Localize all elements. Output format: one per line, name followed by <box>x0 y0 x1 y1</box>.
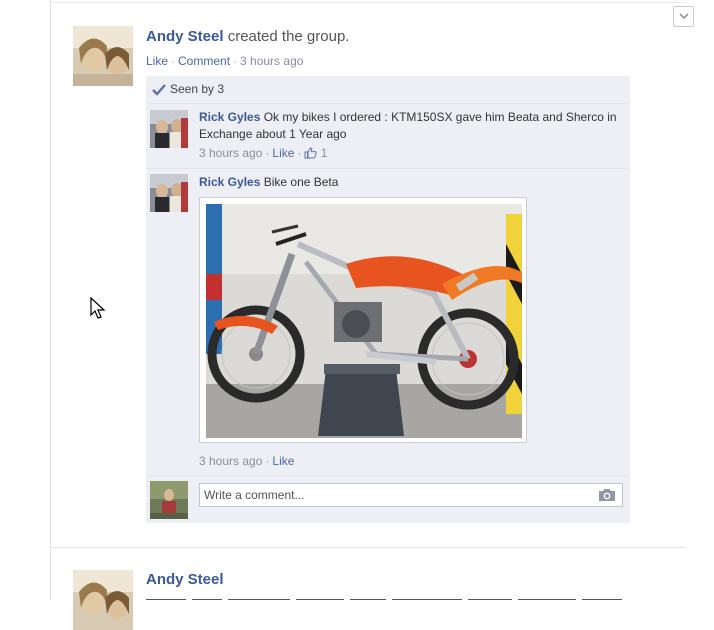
separator-dot: · <box>265 454 270 468</box>
comment-item: Rick Gyles Bike one Beta 3 hours ago · L… <box>146 169 630 474</box>
next-post-text-cutoff <box>146 593 626 600</box>
comment-link[interactable]: Comment <box>178 54 230 68</box>
post-options-button[interactable] <box>673 6 694 27</box>
bike-photo-image <box>206 204 522 438</box>
post-header: Andy Steel created the group. <box>146 28 349 45</box>
thumbs-up-icon <box>304 147 317 159</box>
author-avatar[interactable] <box>73 570 133 630</box>
comment-timestamp[interactable]: 3 hours ago <box>199 146 262 160</box>
comment-timestamp[interactable]: 3 hours ago <box>199 454 262 468</box>
like-count[interactable]: 1 <box>304 146 327 160</box>
feed-left-border <box>50 0 51 600</box>
separator-dot: · <box>297 146 302 160</box>
attached-photo[interactable] <box>199 197 527 443</box>
comment-author-link[interactable]: Rick Gyles <box>199 110 260 124</box>
seen-by-row: Seen by 3 <box>146 76 630 104</box>
post-meta: Like · Comment · 3 hours ago <box>146 54 303 68</box>
commenter-avatar[interactable] <box>150 174 188 212</box>
comment-text: Ok my bikes I ordered : KTM150SX gave hi… <box>199 110 617 141</box>
like-count-value: 1 <box>320 146 328 160</box>
author-name-link[interactable]: Andy Steel <box>146 28 224 45</box>
comment-like-link[interactable]: Like <box>272 454 294 468</box>
comment-meta: 3 hours ago · Like · 1 <box>199 145 619 162</box>
comment-meta: 3 hours ago · Like <box>199 454 294 468</box>
current-user-avatar[interactable] <box>150 481 188 519</box>
post-separator <box>50 547 686 548</box>
commenter-avatar[interactable] <box>150 110 188 148</box>
post-timestamp[interactable]: 3 hours ago <box>240 54 303 68</box>
comment-body: Rick Gyles Ok my bikes I ordered : KTM15… <box>199 109 619 162</box>
comment-composer: Write a comment... <box>146 475 630 523</box>
camera-icon[interactable] <box>598 488 616 502</box>
mouse-pointer-icon <box>90 297 106 319</box>
next-post-header: Andy Steel <box>146 571 224 588</box>
checkmark-icon <box>152 84 166 96</box>
comment-input[interactable]: Write a comment... <box>199 483 623 507</box>
comments-panel: Seen by 3 Rick Gyles Ok my bikes I order… <box>146 76 630 523</box>
separator-dot: · <box>265 146 270 160</box>
author-name-link[interactable]: Andy Steel <box>146 571 224 588</box>
like-link[interactable]: Like <box>146 54 168 68</box>
comment-author-link[interactable]: Rick Gyles <box>199 175 260 189</box>
author-avatar[interactable] <box>73 26 133 86</box>
comment-text: Bike one Beta <box>263 175 339 189</box>
comment-body: Rick Gyles Bike one Beta <box>199 174 619 191</box>
seen-by-label[interactable]: Seen by 3 <box>170 82 224 96</box>
separator-dot: · <box>233 54 238 68</box>
comment-item: Rick Gyles Ok my bikes I ordered : KTM15… <box>146 104 630 168</box>
comment-input-placeholder: Write a comment... <box>204 488 305 502</box>
feed-top-border <box>50 2 686 3</box>
comment-like-link[interactable]: Like <box>272 146 294 160</box>
post-action-text: created the group. <box>227 28 350 45</box>
separator-dot: · <box>171 54 176 68</box>
chevron-down-icon <box>679 13 689 20</box>
